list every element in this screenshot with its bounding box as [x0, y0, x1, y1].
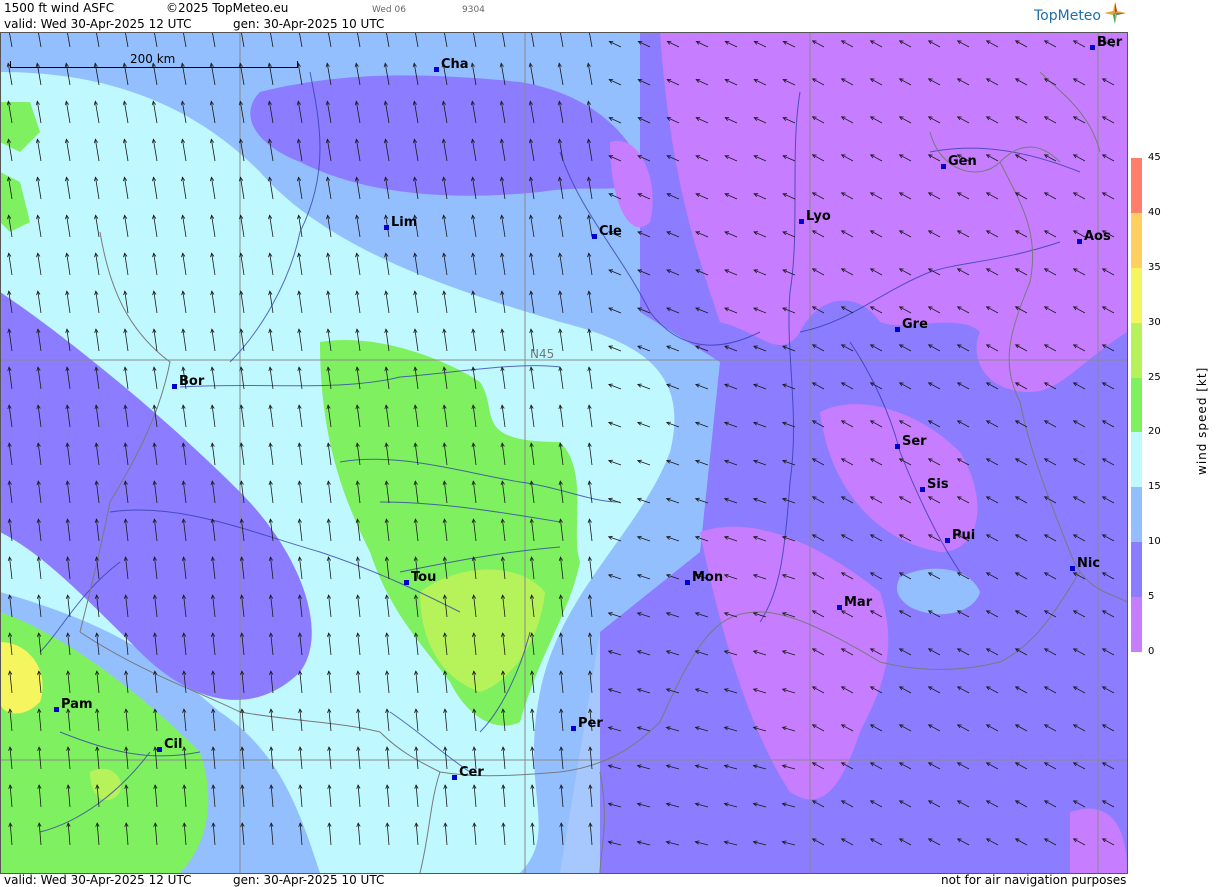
city-marker-cha[interactable]: Cha [434, 57, 469, 72]
city-marker-ber[interactable]: Ber [1090, 35, 1122, 50]
city-label: Mon [692, 570, 724, 585]
city-label: Cle [599, 224, 622, 239]
run-code: 9304 [462, 5, 485, 15]
legend-band [1131, 158, 1142, 213]
city-marker-nic[interactable]: Nic [1070, 556, 1100, 571]
valid-time: valid: Wed 30-Apr-2025 12 UTC [4, 17, 192, 31]
city-marker-gen[interactable]: Gen [941, 154, 977, 169]
city-marker-cil[interactable]: Cil [157, 737, 182, 752]
topmeteo-logo[interactable]: TopMeteo [1034, 8, 1101, 24]
legend-tick-label: 5 [1148, 591, 1155, 603]
city-label: Gen [948, 154, 977, 169]
legend-tick-label: 25 [1148, 371, 1161, 383]
legend-tick-label: 10 [1148, 536, 1161, 548]
city-marker-ser[interactable]: Ser [895, 434, 927, 449]
legend-title: wind speed [kt] [1195, 366, 1209, 475]
legend-tick-label: 0 [1148, 646, 1155, 657]
footer-valid-time: valid: Wed 30-Apr-2025 12 UTC [4, 873, 192, 887]
city-marker-mar[interactable]: Mar [837, 595, 872, 610]
legend-band [1131, 432, 1142, 488]
city-label: Pam [61, 697, 93, 712]
city-label: Pui [952, 528, 976, 543]
legend-band [1131, 267, 1142, 323]
footer-generated-time: gen: 30-Apr-2025 10 UTC [233, 873, 385, 887]
city-label: Lyo [806, 209, 831, 224]
city-label: Lim [391, 215, 418, 230]
legend-tick-label: 20 [1148, 426, 1161, 438]
city-marker-bor[interactable]: Bor [172, 374, 204, 389]
wind-map[interactable]: 200 km N45 Cha Lim Cle Lyo Gen Ber Aos G… [0, 32, 1127, 873]
copyright-text: ©2025 TopMeteo.eu [166, 1, 289, 15]
city-label: Ber [1097, 35, 1123, 50]
legend-tick-label: 30 [1148, 316, 1161, 328]
legend-tick-label: 45 [1148, 152, 1161, 163]
city-label: Ser [902, 434, 927, 449]
latitude-label: N45 [530, 347, 555, 361]
legend-band [1131, 487, 1142, 543]
legend-tick-label: 35 [1148, 261, 1161, 273]
legend-band [1131, 322, 1142, 378]
city-label: Aos [1084, 229, 1111, 244]
scale-label: 200 km [130, 52, 176, 66]
city-label: Gre [902, 317, 928, 332]
city-label: Cil [164, 737, 183, 752]
city-marker-aos[interactable]: Aos [1077, 229, 1111, 244]
compass-star-icon [1104, 2, 1126, 24]
legend-band [1131, 377, 1142, 433]
city-label: Nic [1077, 556, 1101, 571]
city-label: Cer [459, 765, 484, 780]
city-label: Tou [411, 570, 437, 585]
generated-time: gen: 30-Apr-2025 10 UTC [233, 17, 385, 31]
day-code: Wed 06 [372, 5, 406, 15]
city-label: Cha [441, 57, 469, 72]
city-marker-lyo[interactable]: Lyo [799, 209, 831, 224]
legend-band [1131, 597, 1142, 652]
scale-bar: 200 km [10, 52, 298, 68]
legend-tick-label: 15 [1148, 481, 1161, 493]
city-marker-pui[interactable]: Pui [945, 528, 975, 543]
city-marker-pam[interactable]: Pam [54, 697, 93, 712]
legend-band [1131, 212, 1142, 268]
city-marker-tou[interactable]: Tou [404, 570, 436, 585]
logo-text: TopMeteo [1034, 8, 1101, 24]
city-label: Bor [179, 374, 205, 389]
city-label: Per [578, 716, 603, 731]
city-marker-per[interactable]: Per [571, 716, 603, 731]
product-title: 1500 ft wind ASFC [4, 1, 115, 15]
city-marker-mon[interactable]: Mon [685, 570, 723, 585]
disclaimer-text: not for air navigation purposes [941, 873, 1127, 887]
city-marker-sis[interactable]: Sis [920, 477, 949, 492]
city-marker-cle[interactable]: Cle [592, 224, 622, 239]
city-label: Sis [927, 477, 949, 492]
city-label: Mar [844, 595, 873, 610]
city-marker-lim[interactable]: Lim [384, 215, 417, 230]
city-marker-gre[interactable]: Gre [895, 317, 928, 332]
legend-band [1131, 542, 1142, 598]
legend-tick-label: 40 [1148, 206, 1161, 218]
city-marker-cer[interactable]: Cer [452, 765, 484, 780]
